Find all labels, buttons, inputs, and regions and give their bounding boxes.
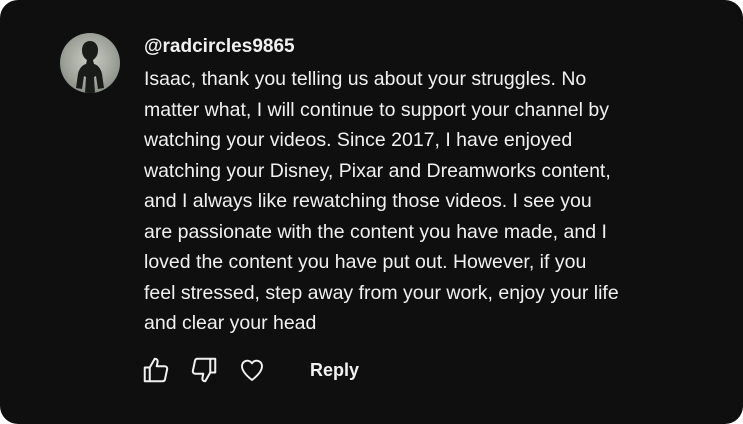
thumbs-down-icon [191, 357, 217, 383]
thumbs-up-icon [143, 357, 169, 383]
comment-author[interactable]: @radcircles9865 [144, 36, 295, 58]
heart-icon [241, 359, 263, 381]
comment-text: Isaac, thank you telling us about your s… [144, 68, 619, 334]
avatar-silhouette-icon [76, 41, 104, 93]
dislike-button[interactable] [188, 354, 220, 386]
reply-button[interactable]: Reply [310, 352, 359, 388]
comment-actions: Reply [140, 352, 359, 388]
heart-button[interactable] [236, 354, 268, 386]
avatar[interactable] [60, 33, 120, 93]
like-button[interactable] [140, 354, 172, 386]
comment-card: @radcircles9865 Isaac, thank you telling… [0, 0, 743, 424]
